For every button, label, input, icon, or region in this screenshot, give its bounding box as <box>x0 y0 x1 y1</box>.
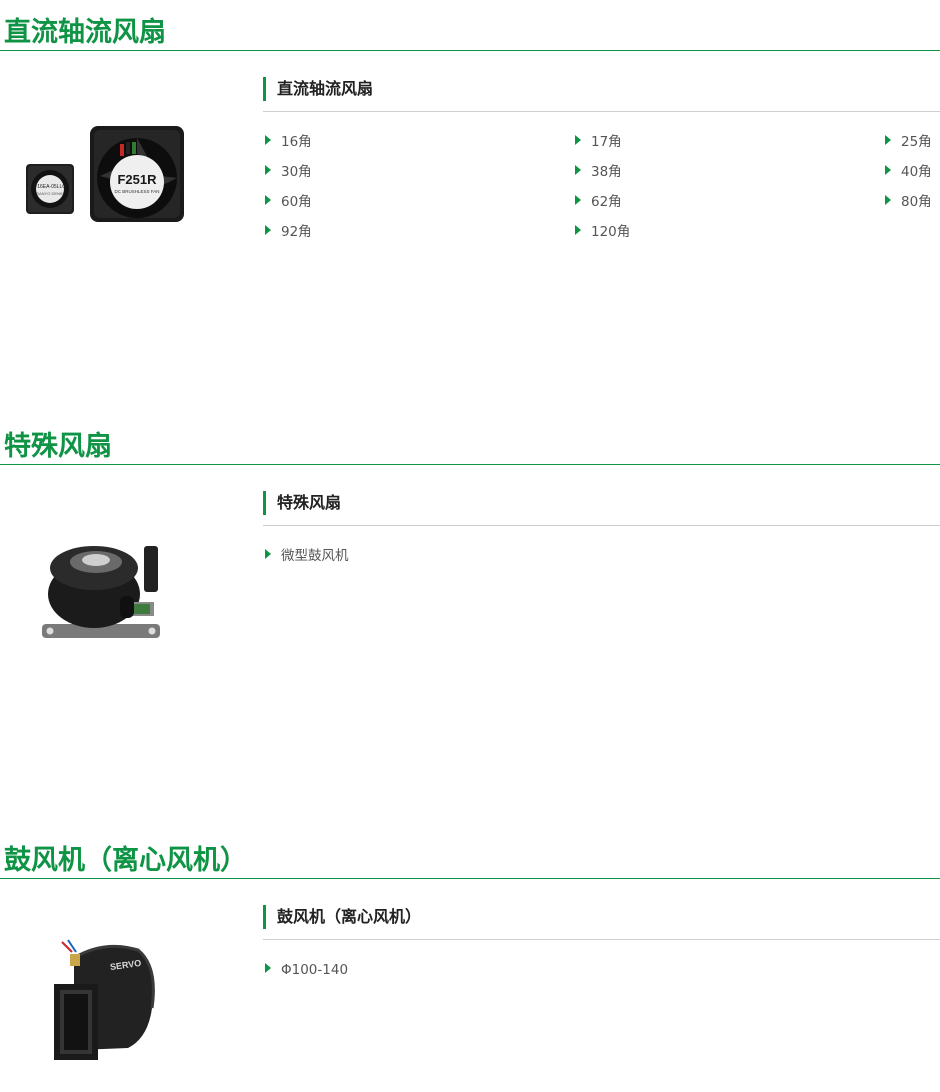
triangle-bullet-icon <box>265 135 271 145</box>
centrifugal-blower-image: SERVO <box>54 939 155 1060</box>
triangle-bullet-icon <box>575 165 581 175</box>
triangle-bullet-icon <box>265 195 271 205</box>
micro-blower-image <box>42 546 160 638</box>
section-title: 鼓风机（离心风机） <box>4 845 247 876</box>
link-25[interactable]: 25角 <box>885 132 932 152</box>
section-title: 直流轴流风扇 <box>4 17 166 48</box>
section-special-fan: 特殊风扇 特殊风扇 微型鼓风机 <box>0 414 940 824</box>
section-divider <box>0 50 940 51</box>
link-92[interactable]: 92角 <box>265 222 312 242</box>
triangle-bullet-icon <box>575 225 581 235</box>
section-title: 特殊风扇 <box>4 431 112 462</box>
section-axial-fan: 直流轴流风扇 F16EA-05LLC SANYO DENKI F251R DC … <box>0 0 940 410</box>
sub-divider <box>263 111 940 112</box>
section-blower: 鼓风机（离心风机） SERVO 鼓风机（离心风机） Φ100-140 <box>0 828 940 1092</box>
link-120[interactable]: 120角 <box>575 222 630 242</box>
small-fan: F16EA-05LLC SANYO DENKI <box>26 164 74 214</box>
triangle-bullet-icon <box>265 549 271 559</box>
link-micro-blower[interactable]: 微型鼓风机 <box>265 546 349 566</box>
svg-text:SANYO DENKI: SANYO DENKI <box>36 191 63 196</box>
large-fan-sublabel: DC BRUSHLESS FAN <box>114 189 159 194</box>
section-divider <box>0 878 940 879</box>
triangle-bullet-icon <box>265 165 271 175</box>
triangle-bullet-icon <box>885 135 891 145</box>
small-fan-label: F16EA-05LLC <box>34 184 66 190</box>
section-divider <box>0 464 940 465</box>
triangle-bullet-icon <box>885 165 891 175</box>
large-fan: F251R DC BRUSHLESS FAN <box>90 126 184 222</box>
sub-heading: 特殊风扇 <box>263 491 341 515</box>
large-fan-label: F251R <box>117 172 157 187</box>
link-30[interactable]: 30角 <box>265 162 312 182</box>
link-phi100-140[interactable]: Φ100-140 <box>265 960 348 980</box>
axial-fan-image: F16EA-05LLC SANYO DENKI F251R DC BRUSHLE… <box>26 126 184 222</box>
link-17[interactable]: 17角 <box>575 132 622 152</box>
triangle-bullet-icon <box>575 135 581 145</box>
triangle-bullet-icon <box>885 195 891 205</box>
link-16[interactable]: 16角 <box>265 132 312 152</box>
link-40[interactable]: 40角 <box>885 162 932 182</box>
triangle-bullet-icon <box>575 195 581 205</box>
triangle-bullet-icon <box>265 963 271 973</box>
sub-divider <box>263 939 940 940</box>
link-38[interactable]: 38角 <box>575 162 622 182</box>
triangle-bullet-icon <box>265 225 271 235</box>
sub-heading: 鼓风机（离心风机） <box>263 905 421 929</box>
sub-heading: 直流轴流风扇 <box>263 77 373 101</box>
sub-divider <box>263 525 940 526</box>
link-80[interactable]: 80角 <box>885 192 932 212</box>
link-62[interactable]: 62角 <box>575 192 622 212</box>
link-60[interactable]: 60角 <box>265 192 312 212</box>
